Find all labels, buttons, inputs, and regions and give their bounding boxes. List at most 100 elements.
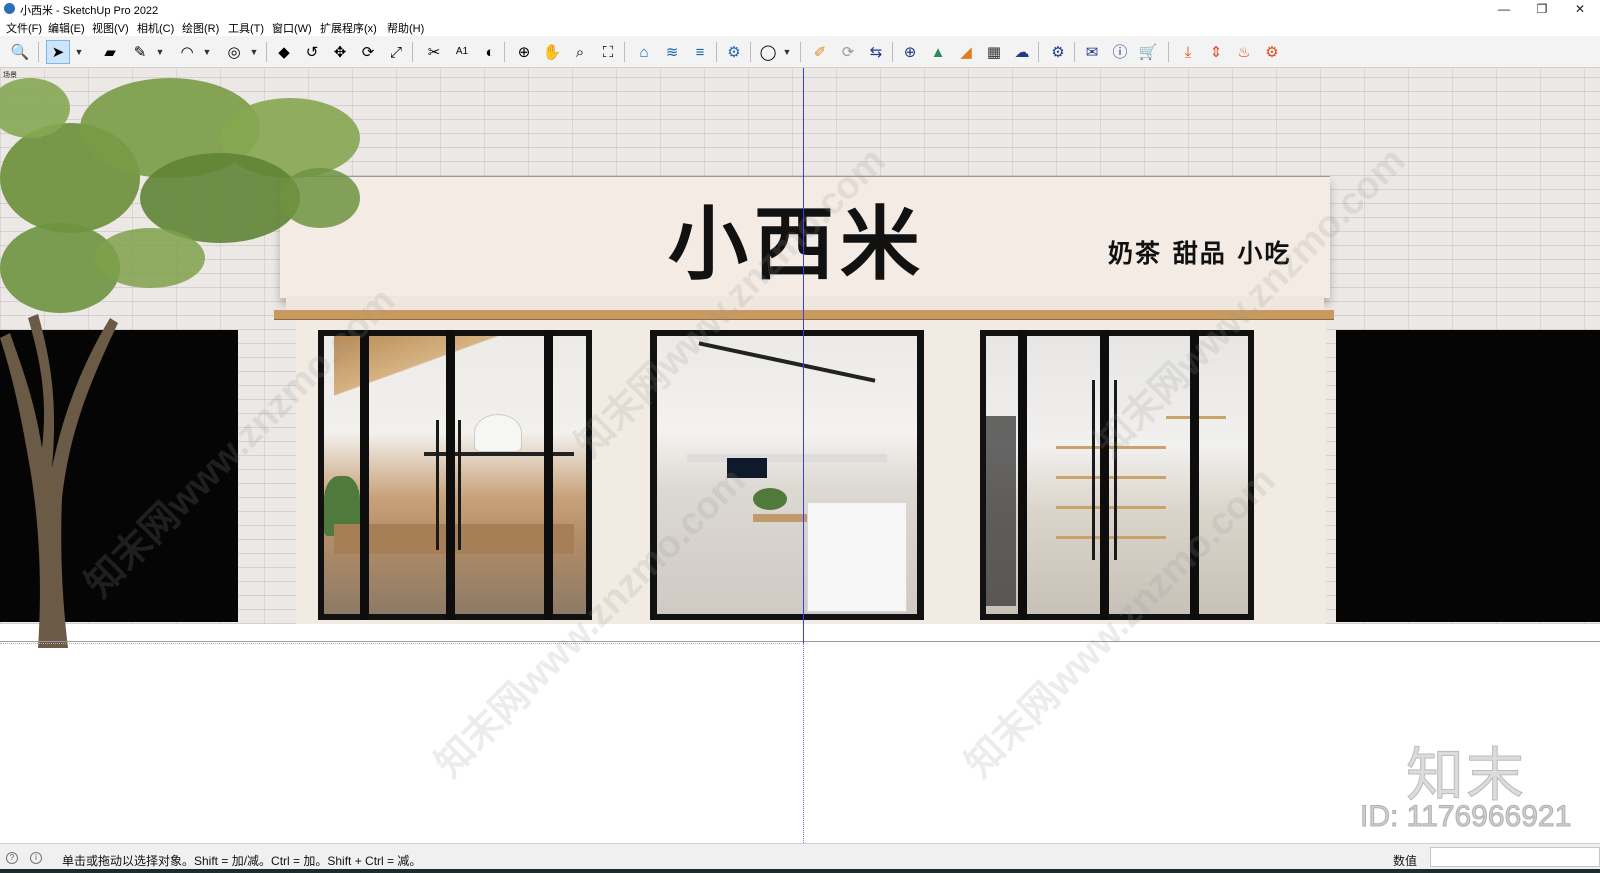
tape-measure-icon[interactable]: ◎: [222, 40, 246, 64]
restore-button[interactable]: ❐: [1522, 0, 1562, 18]
eraser-icon[interactable]: ▰: [98, 40, 122, 64]
tree-foliage: [280, 168, 360, 228]
menu-window[interactable]: 窗口(W): [272, 20, 312, 36]
door-handle: [1092, 380, 1095, 560]
settings-icon[interactable]: ⚙: [1046, 40, 1070, 64]
window-mullion: [1100, 330, 1109, 620]
instructor-icon[interactable]: i: [30, 852, 42, 864]
door-handle: [458, 420, 461, 550]
right-dark-window: [1336, 330, 1600, 622]
paint-bucket-icon[interactable]: ◐: [478, 40, 502, 64]
arc-dropdown-icon[interactable]: ▼: [202, 40, 212, 64]
menu-camera[interactable]: 相机(C): [137, 20, 174, 36]
wooden-shelf: [1056, 506, 1166, 509]
tree-foliage: [95, 228, 205, 288]
marble-counter: [807, 502, 907, 612]
gear-plugin-icon[interactable]: ⚙: [1260, 40, 1284, 64]
shape-dropdown-icon[interactable]: ▼: [249, 40, 259, 64]
cloud-upload-icon[interactable]: ☁: [1010, 40, 1034, 64]
menu-help[interactable]: 帮助(H): [387, 20, 424, 36]
toolbar-separator: [1074, 42, 1075, 62]
right-store-window: [980, 330, 1254, 620]
download-plugin-icon[interactable]: ⤓: [1176, 40, 1200, 64]
tree-icon[interactable]: ▲: [926, 40, 950, 64]
small-table: [753, 514, 807, 522]
zoom-window-icon[interactable]: ⌕: [568, 40, 592, 64]
rotate-icon[interactable]: ⟳: [356, 40, 380, 64]
sketchup-logo-icon: [4, 3, 15, 14]
move-icon[interactable]: ✥: [328, 40, 352, 64]
model-viewport[interactable]: 小西米 奶茶 甜品 小吃 场景 知末网www.znzmo.com 知末网www.…: [0, 68, 1600, 843]
tape-icon[interactable]: ✂: [422, 40, 446, 64]
geolocation-icon[interactable]: ?: [6, 852, 18, 864]
account-dropdown-icon[interactable]: ▼: [782, 40, 792, 64]
plugin-edit-icon[interactable]: ✐: [808, 40, 832, 64]
toolbar: 🔍 ➤ ▼ ▰ ✎ ▼ ◠ ▼ ◎ ▼ ◆ ↺ ✥ ⟳ ⤢ ✂ A1 ◐ ⊕ ✋…: [0, 36, 1600, 68]
wooden-shelf: [1056, 536, 1166, 539]
scale-icon[interactable]: ⤢: [384, 40, 408, 64]
info-icon[interactable]: ⓘ: [1108, 40, 1132, 64]
extension-manager-icon[interactable]: ⚙: [722, 40, 746, 64]
follow-me-icon[interactable]: ↺: [300, 40, 324, 64]
menu-edit[interactable]: 编辑(E): [48, 20, 85, 36]
toolbar-separator: [412, 42, 413, 62]
menu-tools[interactable]: 工具(T): [228, 20, 264, 36]
layout-icon[interactable]: ≡: [688, 40, 712, 64]
warehouse-icon[interactable]: ⌂: [632, 40, 656, 64]
cart-icon[interactable]: 🛒: [1136, 40, 1160, 64]
user-account-icon[interactable]: ◯: [756, 40, 780, 64]
toolbar-separator: [266, 42, 267, 62]
toolbar-separator: [38, 42, 39, 62]
checker-icon[interactable]: ▦: [982, 40, 1006, 64]
push-pull-icon[interactable]: ◆: [272, 40, 296, 64]
plugin-arrows-icon[interactable]: ⇆: [864, 40, 888, 64]
scene-tab[interactable]: 场景: [3, 70, 17, 80]
window-mullion: [544, 330, 553, 620]
blue-axis-dotted: [803, 643, 804, 843]
toolbar-separator: [504, 42, 505, 62]
ceiling-light-strip: [698, 341, 876, 383]
menu-file[interactable]: 文件(F): [6, 20, 42, 36]
measurements-input[interactable]: [1430, 847, 1600, 867]
close-button[interactable]: ✕: [1560, 0, 1600, 18]
interior-plant: [753, 488, 787, 510]
blue-axis: [803, 68, 804, 643]
select-dropdown-icon[interactable]: ▼: [74, 40, 84, 64]
watermark-id: ID: 1176966921: [1359, 800, 1572, 834]
add-circle-icon[interactable]: ⊕: [898, 40, 922, 64]
window-mullion: [446, 330, 455, 620]
extension-warehouse-icon[interactable]: ≋: [660, 40, 684, 64]
mail-icon[interactable]: ✉: [1080, 40, 1104, 64]
pencil-icon[interactable]: ✎: [128, 40, 152, 64]
pan-icon[interactable]: ✋: [540, 40, 564, 64]
zoom-icon[interactable]: 🔍: [8, 40, 32, 64]
door-handle: [436, 420, 439, 550]
minimize-button[interactable]: —: [1484, 0, 1524, 18]
wooden-shelf: [1056, 476, 1166, 479]
dark-display-rack: [986, 416, 1016, 606]
zoom-extents-icon[interactable]: ⛶: [596, 40, 620, 64]
toolbar-separator: [1168, 42, 1169, 62]
ground-axis-dotted: [0, 643, 800, 644]
toolbar-separator: [750, 42, 751, 62]
menu-draw[interactable]: 绘图(R): [182, 20, 219, 36]
layers-plugin-icon[interactable]: ◢: [954, 40, 978, 64]
text-icon[interactable]: A1: [450, 40, 474, 64]
fire-plugin-icon[interactable]: ♨: [1232, 40, 1256, 64]
status-message: 单击或拖动以选择对象。Shift = 加/减。Ctrl = 加。Shift + …: [62, 854, 422, 868]
menu-extensions[interactable]: 扩展程序(x): [320, 20, 377, 36]
flip-plugin-icon[interactable]: ⇕: [1204, 40, 1228, 64]
toolbar-separator: [892, 42, 893, 62]
window-title: 小西米 - SketchUp Pro 2022: [20, 5, 159, 17]
toolbar-separator: [716, 42, 717, 62]
toolbar-separator: [624, 42, 625, 62]
refresh-icon[interactable]: ⟳: [836, 40, 860, 64]
window-mullion: [1018, 330, 1027, 620]
select-icon[interactable]: ➤: [46, 40, 70, 64]
orbit-icon[interactable]: ⊕: [512, 40, 536, 64]
line-dropdown-icon[interactable]: ▼: [155, 40, 165, 64]
toolbar-separator: [1038, 42, 1039, 62]
menu-view[interactable]: 视图(V): [92, 20, 129, 36]
arc-icon[interactable]: ◠: [175, 40, 199, 64]
pendant-lamp: [474, 414, 522, 452]
